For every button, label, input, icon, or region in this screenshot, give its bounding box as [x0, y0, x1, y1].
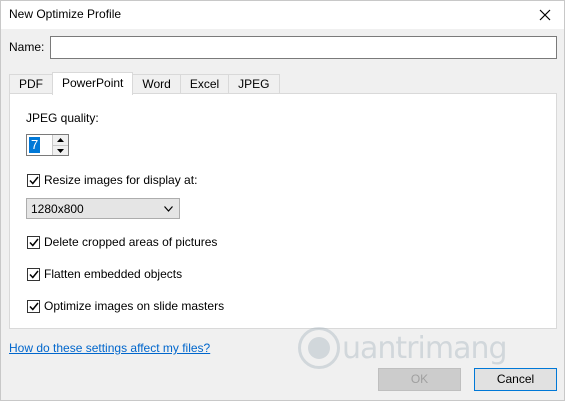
flatten-objects-option[interactable]: Flatten embedded objects: [27, 267, 182, 281]
checkmark-icon: [28, 238, 39, 247]
optimize-profile-dialog: New Optimize Profile Name: PDF PowerPoin…: [0, 0, 565, 401]
watermark-text: uantrimang: [342, 330, 508, 366]
tab-word[interactable]: Word: [132, 74, 181, 94]
spinner-buttons: [52, 135, 68, 155]
resolution-dropdown[interactable]: 1280x800: [26, 198, 180, 219]
jpeg-quality-label: JPEG quality:: [26, 111, 99, 125]
jpeg-quality-spinner[interactable]: 7: [26, 134, 69, 156]
flatten-objects-label: Flatten embedded objects: [44, 267, 183, 281]
tab-powerpoint[interactable]: PowerPoint: [52, 72, 134, 95]
delete-cropped-label: Delete cropped areas of pictures: [44, 235, 218, 249]
watermark-logo-icon: [298, 327, 340, 369]
name-label: Name:: [9, 40, 45, 54]
title-bar: New Optimize Profile: [1, 1, 564, 29]
close-icon: [539, 9, 551, 21]
delete-cropped-checkbox[interactable]: [27, 235, 40, 249]
flatten-objects-checkbox[interactable]: [27, 267, 40, 281]
name-input[interactable]: [50, 36, 557, 59]
optimize-masters-label: Optimize images on slide masters: [44, 299, 225, 313]
watermark: uantrimang: [298, 327, 508, 369]
chevron-up-icon: [57, 138, 64, 142]
tab-jpeg[interactable]: JPEG: [228, 74, 280, 94]
powerpoint-settings-panel: JPEG quality: 7 Resize images for displa…: [9, 93, 557, 329]
delete-cropped-option[interactable]: Delete cropped areas of pictures: [27, 235, 217, 249]
spin-down-button[interactable]: [53, 145, 68, 155]
optimize-masters-option[interactable]: Optimize images on slide masters: [27, 299, 224, 313]
help-link[interactable]: How do these settings affect my files?: [9, 341, 210, 355]
format-tabs: PDF PowerPoint Word Excel JPEG: [9, 72, 280, 95]
optimize-masters-checkbox[interactable]: [27, 299, 40, 313]
ok-button[interactable]: OK: [378, 368, 461, 391]
tab-excel[interactable]: Excel: [179, 74, 230, 94]
resize-images-label: Resize images for display at:: [44, 173, 198, 187]
jpeg-quality-value[interactable]: 7: [29, 137, 41, 153]
resize-images-checkbox[interactable]: [27, 173, 40, 187]
checkmark-icon: [28, 302, 39, 311]
window-title: New Optimize Profile: [9, 7, 122, 21]
checkmark-icon: [28, 176, 39, 185]
close-button[interactable]: [530, 1, 560, 29]
spin-up-button[interactable]: [53, 135, 68, 145]
chevron-down-icon: [164, 206, 173, 212]
resolution-value: 1280x800: [31, 201, 84, 216]
chevron-down-icon: [57, 148, 64, 153]
resize-images-option[interactable]: Resize images for display at:: [27, 173, 197, 187]
cancel-button[interactable]: Cancel: [474, 368, 557, 391]
tab-pdf[interactable]: PDF: [9, 74, 53, 94]
checkmark-icon: [28, 270, 39, 279]
